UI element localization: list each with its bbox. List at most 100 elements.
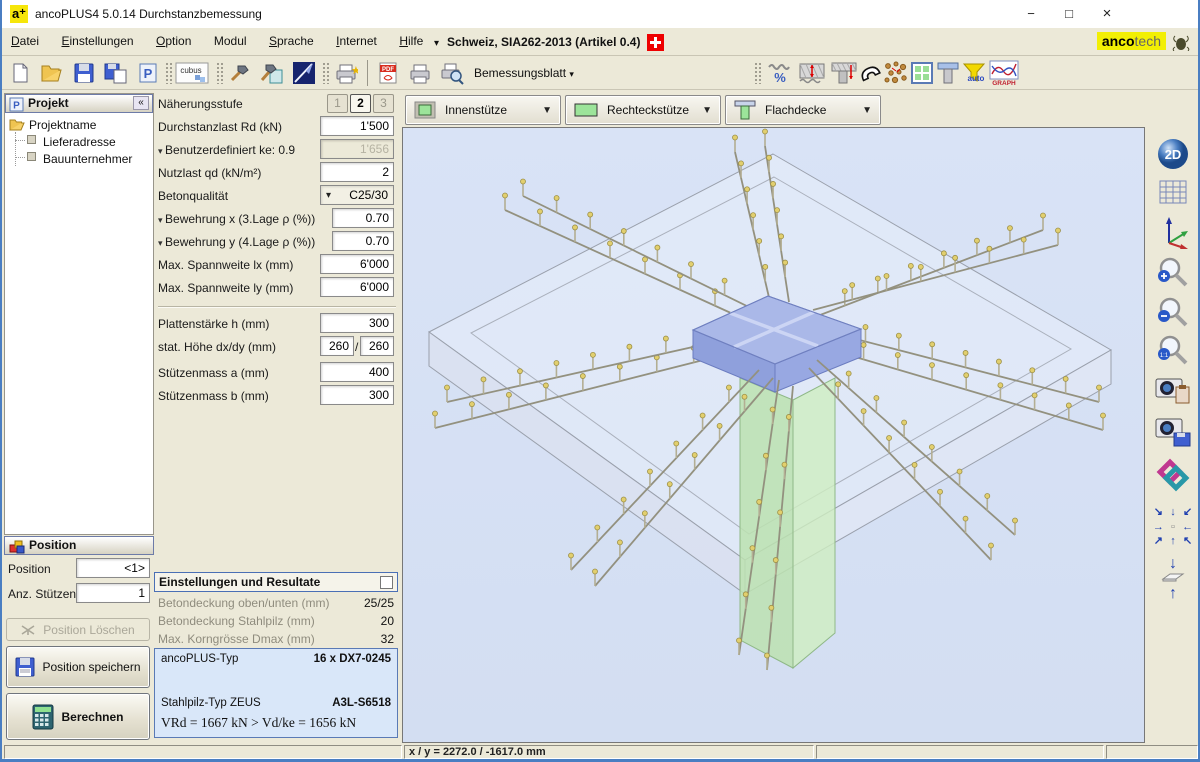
zoom-in-icon[interactable] — [1156, 255, 1190, 289]
pdf-export-icon[interactable]: PDF — [374, 59, 402, 87]
stuetzenmass-b-input[interactable] — [320, 385, 394, 405]
spannweite-ly-input[interactable] — [320, 277, 394, 297]
querschnitt-dropdown[interactable]: Rechteckstütze▼ — [565, 95, 721, 125]
stat-hoehe-dx-input[interactable] — [320, 336, 354, 356]
folder-open-icon — [9, 118, 25, 131]
graph-icon[interactable]: GRAPH — [988, 59, 1020, 87]
print-preview-icon[interactable] — [438, 59, 466, 87]
close-button[interactable]: × — [1090, 0, 1124, 27]
calc-hammer-icon[interactable] — [226, 59, 254, 87]
toolbar-grip[interactable] — [216, 62, 223, 84]
column-icon[interactable] — [934, 59, 962, 87]
2d-view-icon[interactable]: 2D — [1156, 137, 1190, 171]
toolbar-grip[interactable] — [322, 62, 329, 84]
betonqualitaet-select[interactable]: C25/30 — [320, 185, 394, 205]
svg-text:2D: 2D — [1165, 147, 1182, 162]
bewehrung-x-input[interactable] — [332, 208, 394, 228]
protocol-p-icon[interactable]: P — [134, 59, 162, 87]
bewehrung-x-label[interactable]: Bewehrung x (3.Lage ρ (%)) — [158, 212, 315, 226]
auto-label: auto — [968, 74, 985, 83]
open-file-icon[interactable] — [38, 59, 66, 87]
copy-view-icon[interactable] — [1154, 373, 1192, 407]
menu-datei[interactable]: Datei — [2, 28, 48, 48]
zoom-reset-icon[interactable]: 1:1 — [1156, 333, 1190, 367]
norm-label: Schweiz, SIA262-2013 (Artikel 0.4) — [447, 35, 640, 49]
betonqualitaet-label: Betonqualität — [158, 189, 228, 203]
aggregate-icon[interactable] — [882, 59, 910, 87]
quick-input-icon[interactable] — [290, 59, 318, 87]
minimize-button[interactable]: − — [1014, 0, 1048, 27]
svg-text:PDF: PDF — [382, 67, 394, 73]
title-bar: a⁺ ancoPLUS4 5.0.14 Durchstanzbemessung … — [2, 0, 1198, 28]
tree-item-bauunternehmer[interactable]: Bauunternehmer — [43, 152, 132, 166]
nutzlast-input[interactable] — [320, 162, 394, 182]
stuetzentyp-dropdown[interactable]: Innenstütze▼ — [405, 95, 561, 125]
print-icon[interactable] — [406, 59, 434, 87]
bewehrung-y-label[interactable]: Bewehrung y (4.Lage ρ (%)) — [158, 235, 315, 249]
stufe-2-button[interactable]: 2 — [350, 94, 371, 113]
position-speichern-button[interactable]: Position speichern — [6, 646, 150, 688]
tree-item-lieferadresse[interactable]: Lieferadresse — [43, 135, 116, 149]
print-wizard-icon[interactable]: ★ — [332, 59, 360, 87]
menu-option[interactable]: Option — [147, 28, 200, 48]
main-toolbar: P cubus ★ PDF Bemessungsblatt ▾ % auto G… — [2, 56, 1198, 90]
save-icon[interactable] — [70, 59, 98, 87]
plane-icon[interactable] — [1160, 571, 1186, 583]
spannweite-lx-input[interactable] — [320, 254, 394, 274]
stat-hoehe-dy-input[interactable] — [360, 336, 394, 356]
results-box: ancoPLUS-Typ 16 x DX7-0245 Stahlpilz-Typ… — [154, 648, 398, 738]
position-input[interactable] — [76, 558, 150, 578]
window-pane-icon[interactable] — [908, 59, 936, 87]
menu-einstellungen[interactable]: Einstellungen — [52, 28, 142, 48]
pan-up-icon[interactable]: ↑ — [1169, 585, 1177, 603]
deckentyp-dropdown[interactable]: Flachdecke▼ — [725, 95, 881, 125]
stufe-3-button[interactable]: 3 — [373, 94, 394, 113]
maximize-button[interactable]: □ — [1052, 0, 1086, 27]
svg-text:★: ★ — [351, 65, 358, 77]
new-file-icon[interactable] — [6, 59, 34, 87]
reinforcement-percent-icon[interactable]: % — [766, 59, 794, 87]
benutzerdefiniert-label[interactable]: Benutzerdefiniert ke: 0.9 — [158, 143, 295, 157]
stufe-1-button[interactable]: 1 — [327, 94, 348, 113]
stuetzenmass-a-label: Stützenmass a (mm) — [158, 366, 269, 380]
bemessungsblatt-dropdown[interactable]: Bemessungsblatt ▾ — [474, 66, 574, 80]
save-view-icon[interactable] — [1154, 415, 1192, 449]
toolbar-grip[interactable] — [165, 62, 172, 84]
axes-icon[interactable] — [1157, 215, 1189, 249]
bewehrung-y-input[interactable] — [332, 231, 394, 251]
toolbar-grip[interactable] — [754, 62, 761, 84]
durchstanzlast-input[interactable] — [320, 116, 394, 136]
plattenstaerke-label: Plattenstärke h (mm) — [158, 317, 269, 331]
norm-selector[interactable]: ▾ Schweiz, SIA262-2013 (Artikel 0.4) — [434, 35, 640, 49]
rotate-pad-icon[interactable]: ↘↓↙→▫←↗↑↖ — [1151, 505, 1195, 549]
toolbar-separator — [367, 60, 368, 86]
menu-modul[interactable]: Modul — [205, 28, 256, 48]
calc-edit-hammer-icon[interactable] — [258, 59, 286, 87]
cubus-icon[interactable]: cubus — [174, 59, 210, 87]
tree-item-projektname[interactable]: Projektname — [29, 118, 96, 132]
zoom-out-icon[interactable] — [1156, 295, 1190, 329]
results-checkbox[interactable] — [380, 576, 393, 589]
swiss-flag-icon — [647, 34, 664, 51]
chevron-down-icon: ▾ — [434, 38, 439, 49]
steel-head-icon[interactable] — [856, 59, 884, 87]
bug-icon[interactable] — [1172, 35, 1190, 51]
save-as-icon[interactable] — [102, 59, 130, 87]
berechnen-button[interactable]: Berechnen — [6, 693, 150, 740]
slab-reinforcement-icon[interactable] — [798, 59, 826, 87]
grid-icon[interactable] — [1158, 177, 1188, 207]
renderer-logo-icon[interactable] — [1155, 457, 1191, 493]
auto-dimension-icon[interactable]: auto — [960, 59, 988, 87]
project-p-icon: P — [9, 97, 24, 112]
anz-stuetzen-input[interactable] — [76, 583, 150, 603]
collapse-panel-button[interactable]: « — [133, 96, 149, 110]
position-loeschen-button: Position Löschen — [6, 618, 150, 641]
status-section-mid — [816, 745, 1104, 759]
menu-hilfe[interactable]: Hilfe — [390, 28, 432, 48]
column-punching-icon[interactable] — [830, 59, 858, 87]
menu-internet[interactable]: Internet — [327, 28, 386, 48]
stuetzenmass-a-input[interactable] — [320, 362, 394, 382]
3d-viewport[interactable] — [402, 127, 1145, 743]
plattenstaerke-input[interactable] — [320, 313, 394, 333]
menu-sprache[interactable]: Sprache — [260, 28, 323, 48]
